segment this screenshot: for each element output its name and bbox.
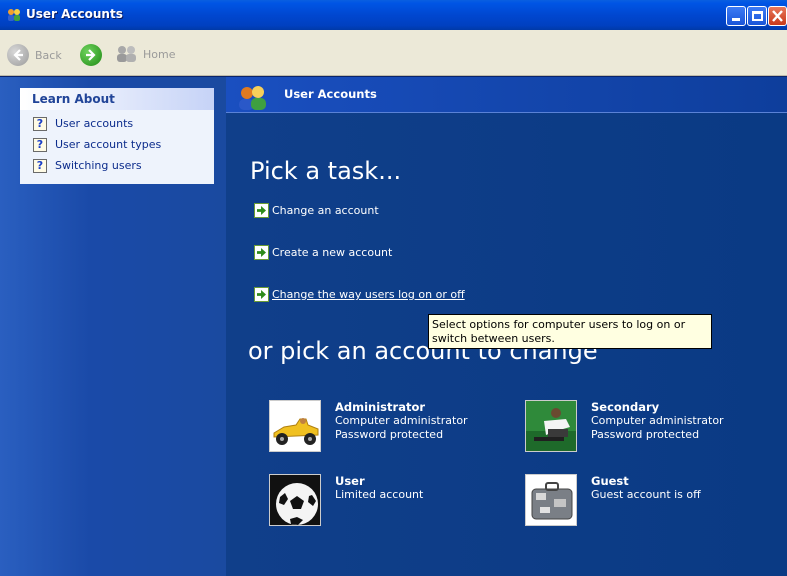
account-name: Secondary [591,400,660,414]
close-icon [772,10,783,22]
learn-item-label: Switching users [55,159,142,172]
window-title: User Accounts [26,7,123,21]
maximize-button[interactable] [747,6,767,26]
skateboarder-picture [525,400,577,452]
soccer-ball-picture [269,474,321,526]
green-arrow-icon [254,287,269,302]
toolbar: Back Home [0,30,787,76]
home-label: Home [143,47,176,61]
minimize-button[interactable] [726,6,746,26]
back-arrow-icon [7,44,29,66]
account-type: Computer administrator [335,414,468,427]
account-user[interactable]: User Limited account [269,474,423,526]
left-task-pane: Learn About ? User accounts ? User accou… [0,77,226,576]
learn-item-user-account-types[interactable]: ? User account types [20,134,214,155]
minimize-icon [732,18,740,21]
help-icon: ? [33,158,47,173]
header-divider [226,112,787,113]
account-status: Guest account is off [591,488,701,501]
account-name: Administrator [335,400,426,414]
suitcase-picture [525,474,577,526]
task-create-account[interactable]: Create a new account [254,245,392,260]
forward-button[interactable] [80,44,102,66]
task-change-account[interactable]: Change an account [254,203,379,218]
learn-about-panel: Learn About ? User accounts ? User accou… [20,88,214,184]
learn-item-switching-users[interactable]: ? Switching users [20,155,214,176]
content-header: User Accounts [226,77,787,113]
account-type: Limited account [335,488,424,501]
learn-item-user-accounts[interactable]: ? User accounts [20,113,214,134]
back-label: Back [35,48,62,62]
task-change-logon[interactable]: Change the way users log on or off [254,287,465,302]
content-header-title: User Accounts [284,87,377,101]
account-name: Guest [591,474,629,488]
green-arrow-icon [254,203,269,218]
account-name: User [335,474,365,488]
user-accounts-app-icon [8,9,20,21]
home-button[interactable]: Home [115,44,175,64]
user-accounts-icon [239,86,266,110]
forward-arrow-icon [80,44,102,66]
learn-item-label: User accounts [55,117,134,130]
account-type: Computer administrator [591,414,724,427]
maximize-icon [752,11,763,21]
help-icon: ? [33,137,47,152]
account-guest[interactable]: Guest Guest account is off [525,474,701,526]
account-secondary[interactable]: Secondary Computer administrator Passwor… [525,400,724,452]
title-bar[interactable]: User Accounts [0,0,787,30]
pick-task-heading: Pick a task... [250,157,402,185]
task-label: Change the way users log on or off [272,288,465,301]
task-label: Create a new account [272,246,393,259]
tooltip: Select options for computer users to log… [428,314,712,349]
learn-about-heading: Learn About [20,88,214,110]
account-administrator[interactable]: Administrator Computer administrator Pas… [269,400,468,452]
race-car-picture [269,400,321,452]
close-button[interactable] [768,6,787,26]
green-arrow-icon [254,245,269,260]
help-icon: ? [33,116,47,131]
back-button[interactable]: Back [7,44,62,66]
home-users-icon [117,46,136,62]
account-password-status: Password protected [591,428,700,441]
account-password-status: Password protected [335,428,444,441]
task-label: Change an account [272,204,379,217]
learn-item-label: User account types [55,138,162,151]
